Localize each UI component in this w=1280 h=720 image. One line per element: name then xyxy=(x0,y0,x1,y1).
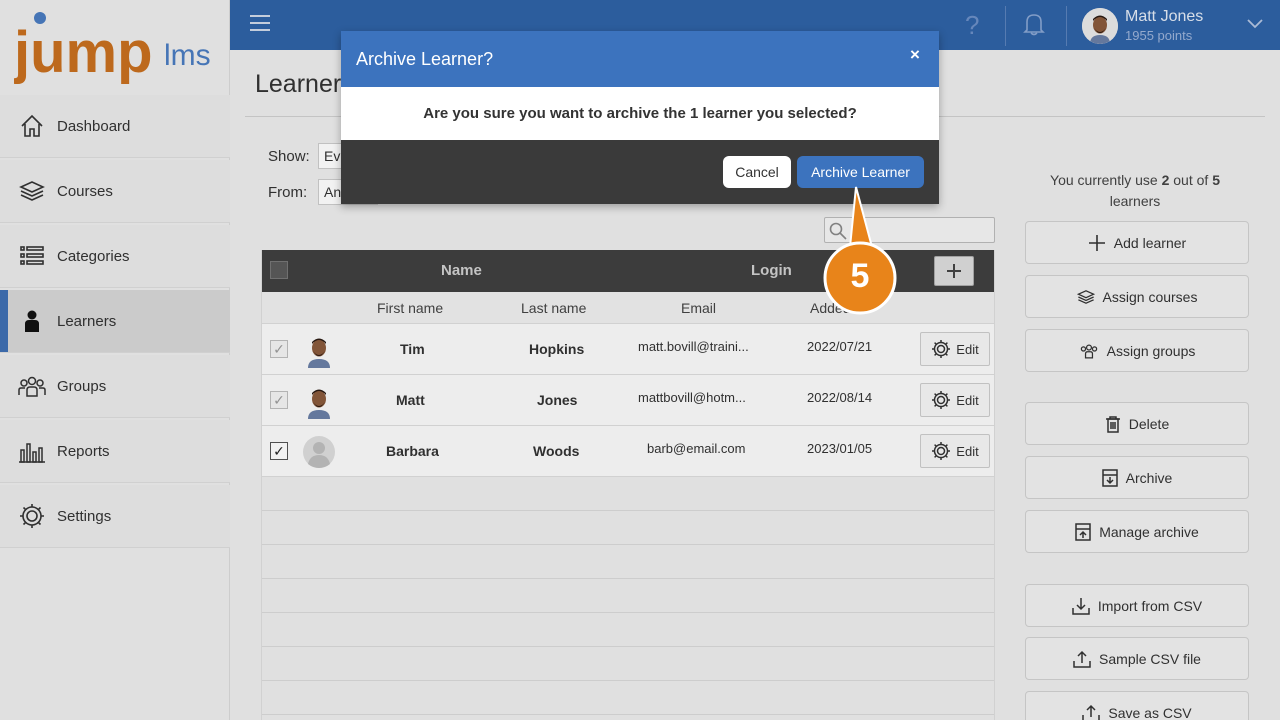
cancel-button[interactable]: Cancel xyxy=(723,156,791,188)
dialog-title: Archive Learner? xyxy=(356,49,494,69)
archive-learner-dialog: Archive Learner? × Are you sure you want… xyxy=(341,31,939,204)
close-icon[interactable]: × xyxy=(910,45,920,65)
archive-learner-button[interactable]: Archive Learner xyxy=(797,156,924,188)
step-number: 5 xyxy=(850,256,870,295)
dialog-message: Are you sure you want to archive the 1 l… xyxy=(341,87,939,140)
dialog-header: Archive Learner? × xyxy=(341,31,939,87)
